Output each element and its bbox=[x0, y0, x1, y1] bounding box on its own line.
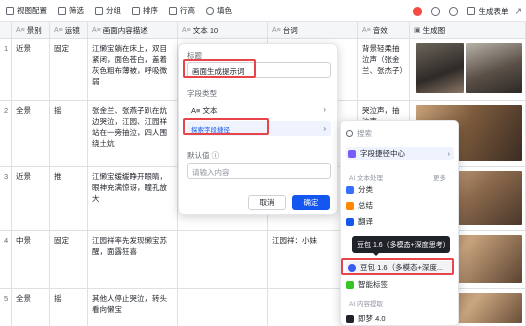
search-icon bbox=[346, 130, 353, 137]
cancel-button[interactable]: 取消 bbox=[248, 195, 286, 210]
form-icon bbox=[467, 7, 476, 15]
cell-shot[interactable]: 近景 bbox=[12, 167, 50, 230]
column-header-dialogue[interactable]: A≡ 台词 bbox=[268, 22, 358, 39]
column-header-camera-move[interactable]: A≡ 运镜 bbox=[50, 22, 88, 39]
settings-icon[interactable] bbox=[431, 6, 441, 16]
cell-move[interactable]: 摇 bbox=[50, 101, 88, 166]
filter-icon bbox=[58, 6, 66, 15]
filter-button[interactable]: 筛选 bbox=[58, 5, 84, 16]
cell-shot[interactable]: 全景 bbox=[12, 289, 50, 326]
record-icon[interactable] bbox=[413, 6, 423, 16]
generated-image-thumbnail[interactable] bbox=[416, 43, 464, 93]
cell-move[interactable]: 固定 bbox=[50, 39, 88, 100]
row-number: 4 bbox=[0, 231, 12, 288]
cell-shot[interactable]: 全景 bbox=[12, 101, 50, 166]
cell-shot[interactable]: 中景 bbox=[12, 231, 50, 288]
generate-form-button[interactable]: 生成表单 bbox=[467, 6, 508, 17]
confirm-button[interactable]: 确定 bbox=[292, 195, 330, 210]
cell-move[interactable]: 摇 bbox=[50, 289, 88, 326]
column-header-text10[interactable]: A≡ 文本 10 bbox=[178, 22, 268, 39]
view-icon bbox=[6, 6, 14, 15]
extract-section-label: AI 内容提取 bbox=[349, 301, 383, 308]
sort-button[interactable]: 排序 bbox=[132, 5, 158, 16]
row-number: 3 bbox=[0, 167, 12, 230]
shortcut-center-icon bbox=[348, 149, 356, 158]
generated-image-thumbnail[interactable] bbox=[466, 43, 522, 93]
field-type-text-option[interactable]: A≡ 文本 › bbox=[187, 102, 331, 117]
shortcut-center-item[interactable]: 字段捷径中心 › bbox=[346, 147, 454, 160]
row-number-header bbox=[0, 22, 12, 39]
field-config-dialog: 标题 画面生成提示词 字段类型 A≡ 文本 › 探索字段捷径 › 默认值 ⓘ 请… bbox=[178, 43, 338, 215]
cell-description[interactable]: 张金兰、张燕子趴在炕边哭泣，江园、江园祥站在一旁抽泣，四人围绕土炕 bbox=[88, 101, 178, 166]
fill-color-icon bbox=[206, 6, 214, 15]
menu-item-smart-tag[interactable]: 智能标签 bbox=[346, 278, 454, 291]
classify-icon bbox=[346, 185, 354, 194]
cell-generated-image[interactable] bbox=[410, 39, 526, 100]
default-value-input[interactable]: 请输入内容 bbox=[187, 163, 331, 179]
menu-item-doubao[interactable]: 豆包 1.6（多模态+深度... bbox=[346, 261, 454, 274]
menu-item-summary[interactable]: 总结 bbox=[346, 199, 454, 212]
view-config-button[interactable]: 视图配置 bbox=[6, 5, 47, 16]
cell-move[interactable]: 推 bbox=[50, 167, 88, 230]
row-number: 2 bbox=[0, 101, 12, 166]
field-shortcut-option[interactable]: 探索字段捷径 › bbox=[187, 121, 331, 136]
menu-item-classify[interactable]: 分类 bbox=[346, 183, 454, 196]
toolbar: 视图配置 筛选 分组 排序 行高 填色 生成表单 ↗ bbox=[0, 0, 526, 22]
column-header-sound[interactable]: A≡ 音效 bbox=[358, 22, 410, 39]
field-shortcut-menu: 搜索 字段捷径中心 › AI 文本处理 更多 分类 总结 翻译 豆包 1.6（多… bbox=[340, 120, 459, 326]
model-tooltip: 豆包 1.6（多模态+深度思考） bbox=[352, 236, 450, 253]
cell-shot[interactable]: 近景 bbox=[12, 39, 50, 100]
group-button[interactable]: 分组 bbox=[95, 5, 121, 16]
field-type-label: 字段类型 bbox=[187, 89, 217, 98]
chevron-right-icon: › bbox=[323, 124, 326, 133]
cell-text10[interactable] bbox=[178, 289, 268, 326]
row-height-icon bbox=[169, 6, 177, 15]
group-icon bbox=[95, 6, 103, 15]
tooltip-tail bbox=[372, 252, 380, 256]
cell-description[interactable]: 其他人停止哭泣，转头看向懒宝 bbox=[88, 289, 178, 326]
column-header-shot[interactable]: A≡ 景别 bbox=[12, 22, 50, 39]
jimeng-icon bbox=[346, 314, 354, 323]
share-icon[interactable]: ↗ bbox=[514, 6, 522, 17]
menu-item-translate[interactable]: 翻译 bbox=[346, 215, 454, 228]
chevron-right-icon: › bbox=[447, 149, 451, 158]
ai-section-label: AI 文本处理 bbox=[349, 175, 383, 182]
row-height-button[interactable]: 行高 bbox=[169, 5, 195, 16]
field-title-input[interactable]: 画面生成提示词 bbox=[187, 62, 331, 78]
row-number: 1 bbox=[0, 39, 12, 100]
sort-icon bbox=[132, 6, 140, 15]
doubao-icon bbox=[348, 263, 356, 272]
title-label: 标题 bbox=[187, 51, 202, 60]
menu-item-jimeng[interactable]: 即梦 4.0 bbox=[346, 312, 454, 325]
summary-icon bbox=[346, 201, 354, 210]
row-number: 5 bbox=[0, 289, 12, 326]
cell-description[interactable]: 江懒宝缓缓睁开眼睛，眼神充满惊讶，瞳孔放大 bbox=[88, 167, 178, 230]
cell-move[interactable]: 固定 bbox=[50, 231, 88, 288]
translate-icon bbox=[346, 217, 354, 226]
default-value-label: 默认值 ⓘ bbox=[187, 151, 220, 160]
more-link[interactable]: 更多 bbox=[433, 172, 446, 182]
fill-color-button[interactable]: 填色 bbox=[206, 5, 232, 16]
cell-description[interactable]: 江园祥率先发现懒宝苏醒，面露狂喜 bbox=[88, 231, 178, 288]
cell-sound[interactable]: 背景轻柔抽泣声（张金兰、张杰子） bbox=[358, 39, 410, 100]
cell-description[interactable]: 江懒宝躺在床上，双目紧闭，面色苍白，盖着灰色粗布薄被，呼吸微弱 bbox=[88, 39, 178, 100]
column-header-generated-image[interactable]: ▣ 生成图 bbox=[410, 22, 526, 39]
chevron-right-icon: › bbox=[323, 105, 326, 114]
column-header-description[interactable]: A≡ 画面内容描述 bbox=[88, 22, 178, 39]
cell-text10[interactable] bbox=[178, 231, 268, 288]
menu-search-input[interactable]: 搜索 bbox=[346, 127, 454, 140]
tag-icon bbox=[346, 280, 354, 289]
history-icon[interactable] bbox=[449, 6, 459, 16]
